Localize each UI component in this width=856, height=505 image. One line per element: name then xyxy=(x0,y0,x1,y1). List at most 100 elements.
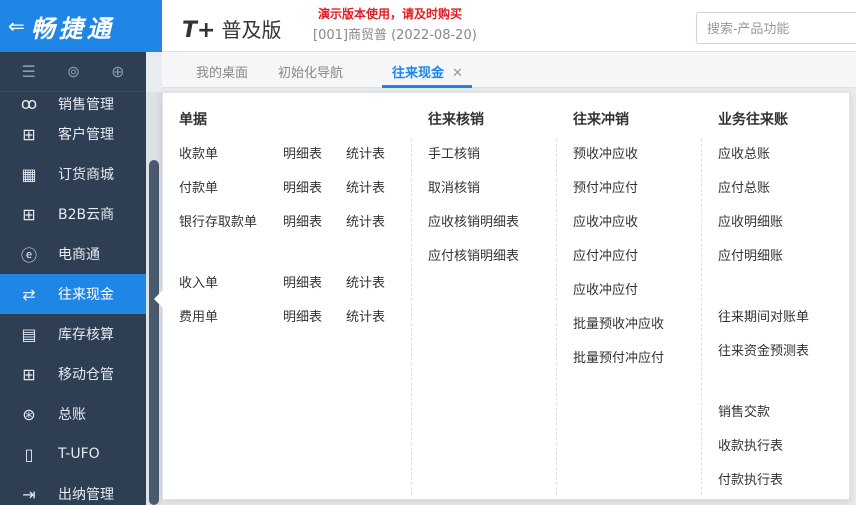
link-income[interactable]: 收入单 xyxy=(179,272,218,291)
search-doc-icon[interactable]: ⊚ xyxy=(67,62,80,81)
link-period-statement[interactable]: 往来期间对账单 xyxy=(718,306,809,325)
sales-icon: ꝏ xyxy=(20,93,38,113)
sidebar-item-label: 移动仓管 xyxy=(58,367,114,383)
link-receipt[interactable]: 收款单 xyxy=(179,143,218,162)
link-payment-execution[interactable]: 付款执行表 xyxy=(718,469,783,488)
link-sales-payment[interactable]: 销售交款 xyxy=(718,401,770,420)
section-title-business-accounts: 业务往来账 xyxy=(718,112,788,128)
sidebar-item-b2b[interactable]: ⊞ B2B云商 xyxy=(0,194,146,234)
link-batch-prepaid-offset-ap[interactable]: 批量预付冲应付 xyxy=(573,347,664,366)
link-ap-write-off-detail[interactable]: 应付核销明细表 xyxy=(428,245,519,264)
header: T+ 普及版 演示版本使用，请及时购买 [001]商贸普 (2022-08-20… xyxy=(162,0,856,52)
grid-plus-icon: ⊞ xyxy=(22,204,36,224)
link-manual-write-off[interactable]: 手工核销 xyxy=(428,143,480,162)
back-arrow-icon[interactable]: ⇐ xyxy=(8,14,25,38)
search-input[interactable] xyxy=(696,12,856,44)
link-prepay-offset-ar[interactable]: 预收冲应收 xyxy=(573,143,638,162)
sidebar-item-cashier[interactable]: ⇥ 出纳管理 xyxy=(0,474,146,505)
column-divider xyxy=(556,139,557,495)
link-receipt-execution[interactable]: 收款执行表 xyxy=(718,435,783,454)
sidebar-item-label: 库存核算 xyxy=(58,327,114,343)
edition-label: 普及版 xyxy=(221,18,282,42)
tab-bar: 我的桌面 初始化导航 往来现金 ✕ xyxy=(162,52,856,88)
column-divider xyxy=(701,139,702,495)
link-income-detail[interactable]: 明细表 xyxy=(283,272,322,291)
sidebar-item-inventory[interactable]: ▤ 库存核算 xyxy=(0,314,146,354)
sidebar-item-label: 电商通 xyxy=(58,247,100,263)
section-title-offset: 往来冲销 xyxy=(573,112,629,128)
sidebar-toolbar: ☰ ⊚ ⊕ xyxy=(0,52,146,92)
grid-plus-icon: ⊞ xyxy=(22,364,36,384)
ecommerce-icon: ⓔ xyxy=(20,246,37,265)
add-doc-icon[interactable]: ⊕ xyxy=(111,62,124,81)
sidebar: ☰ ⊚ ⊕ ꝏ 销售管理 ⊞ 客户管理 ▦ 订货商城 ⊞ B2B云商 ⓔ 电商通… xyxy=(0,52,146,505)
sidebar-item-mobile-warehouse[interactable]: ⊞ 移动仓管 xyxy=(0,354,146,394)
column-divider xyxy=(411,139,412,495)
link-payment-detail[interactable]: 明细表 xyxy=(283,177,322,196)
grid-plus-icon: ⊞ xyxy=(22,124,36,144)
sidebar-item-cash-flow[interactable]: ⇄ 往来现金 xyxy=(0,274,146,314)
company-info: [001]商贸普 (2022-08-20) xyxy=(313,28,477,43)
link-expense-stats[interactable]: 统计表 xyxy=(346,306,385,325)
link-bank-deposit-stats[interactable]: 统计表 xyxy=(346,211,385,230)
link-expense[interactable]: 费用单 xyxy=(179,306,218,325)
link-receipt-stats[interactable]: 统计表 xyxy=(346,143,385,162)
link-income-stats[interactable]: 统计表 xyxy=(346,272,385,291)
exchange-icon: ⇄ xyxy=(22,284,36,304)
brand-bar: ⇐ 畅捷通 xyxy=(0,0,162,52)
sidebar-item-label: B2B云商 xyxy=(58,207,115,223)
sidebar-item-ledger[interactable]: ⊛ 总账 xyxy=(0,394,146,434)
brand-name: 畅捷通 xyxy=(30,14,115,43)
sidebar-item-label: 出纳管理 xyxy=(58,487,114,503)
ufo-icon: ▯ xyxy=(24,444,34,464)
link-ar-general-ledger[interactable]: 应收总账 xyxy=(718,143,770,162)
link-ar-detail-ledger[interactable]: 应收明细账 xyxy=(718,211,783,230)
store-icon: ▦ xyxy=(21,164,37,184)
sidebar-item-label: T-UFO xyxy=(58,446,100,462)
cashier-icon: ⇥ xyxy=(22,484,36,504)
sidebar-menu: ꝏ 销售管理 ⊞ 客户管理 ▦ 订货商城 ⊞ B2B云商 ⓔ 电商通 ⇄ 往来现… xyxy=(0,92,146,505)
demo-warning: 演示版本使用，请及时购买 xyxy=(318,7,463,21)
link-payment[interactable]: 付款单 xyxy=(179,177,218,196)
link-cancel-write-off[interactable]: 取消核销 xyxy=(428,177,480,196)
sidebar-item-tufo[interactable]: ▯ T-UFO xyxy=(0,434,146,474)
link-fund-forecast[interactable]: 往来资金预测表 xyxy=(718,340,809,359)
sidebar-item-store[interactable]: ▦ 订货商城 xyxy=(0,154,146,194)
link-ar-offset-ap[interactable]: 应收冲应付 xyxy=(573,279,638,298)
section-title-documents: 单据 xyxy=(179,112,207,128)
tab-cash-flow[interactable]: 往来现金 ✕ xyxy=(392,62,463,81)
link-receipt-detail[interactable]: 明细表 xyxy=(283,143,322,162)
sidebar-item-sales[interactable]: ꝏ 销售管理 xyxy=(0,92,146,114)
link-expense-detail[interactable]: 明细表 xyxy=(283,306,322,325)
link-bank-deposit-detail[interactable]: 明细表 xyxy=(283,211,322,230)
inventory-icon: ▤ xyxy=(21,324,37,344)
link-payment-stats[interactable]: 统计表 xyxy=(346,177,385,196)
sidebar-item-label: 订货商城 xyxy=(58,167,114,183)
cash-flow-menu-panel: 单据 收款单 明细表 统计表 付款单 明细表 统计表 银行存取款单 明细表 统计… xyxy=(162,92,850,500)
tab-init-guide[interactable]: 初始化导航 xyxy=(278,62,343,81)
tab-desktop[interactable]: 我的桌面 xyxy=(196,62,248,81)
sidebar-item-customers[interactable]: ⊞ 客户管理 xyxy=(0,114,146,154)
link-ar-offset-ar[interactable]: 应收冲应收 xyxy=(573,211,638,230)
active-tab-indicator xyxy=(382,85,472,88)
link-ar-write-off-detail[interactable]: 应收核销明细表 xyxy=(428,211,519,230)
link-ap-general-ledger[interactable]: 应付总账 xyxy=(718,177,770,196)
link-ap-detail-ledger[interactable]: 应付明细账 xyxy=(718,245,783,264)
link-batch-prepay-offset-ar[interactable]: 批量预收冲应收 xyxy=(573,313,664,332)
close-icon[interactable]: ✕ xyxy=(452,66,463,81)
sidebar-item-label: 客户管理 xyxy=(58,127,114,143)
menu-icon[interactable]: ☰ xyxy=(21,62,35,81)
panel-pointer xyxy=(154,290,163,308)
link-bank-deposit[interactable]: 银行存取款单 xyxy=(179,211,257,230)
link-ap-offset-ap[interactable]: 应付冲应付 xyxy=(573,245,638,264)
section-title-write-off: 往来核销 xyxy=(428,112,484,128)
product-logo: T+ 普及版 xyxy=(182,14,281,43)
ledger-icon: ⊛ xyxy=(22,404,36,424)
sidebar-item-label: 销售管理 xyxy=(58,97,114,113)
tab-cash-flow-label: 往来现金 xyxy=(392,66,445,81)
app-window: ⇐ 畅捷通 T+ 普及版 演示版本使用，请及时购买 [001]商贸普 (2022… xyxy=(0,0,856,505)
sidebar-scrollbar-thumb[interactable] xyxy=(149,160,159,505)
link-prepaid-offset-ap[interactable]: 预付冲应付 xyxy=(573,177,638,196)
sidebar-item-ecommerce[interactable]: ⓔ 电商通 xyxy=(0,234,146,274)
sidebar-item-label: 往来现金 xyxy=(58,287,114,303)
